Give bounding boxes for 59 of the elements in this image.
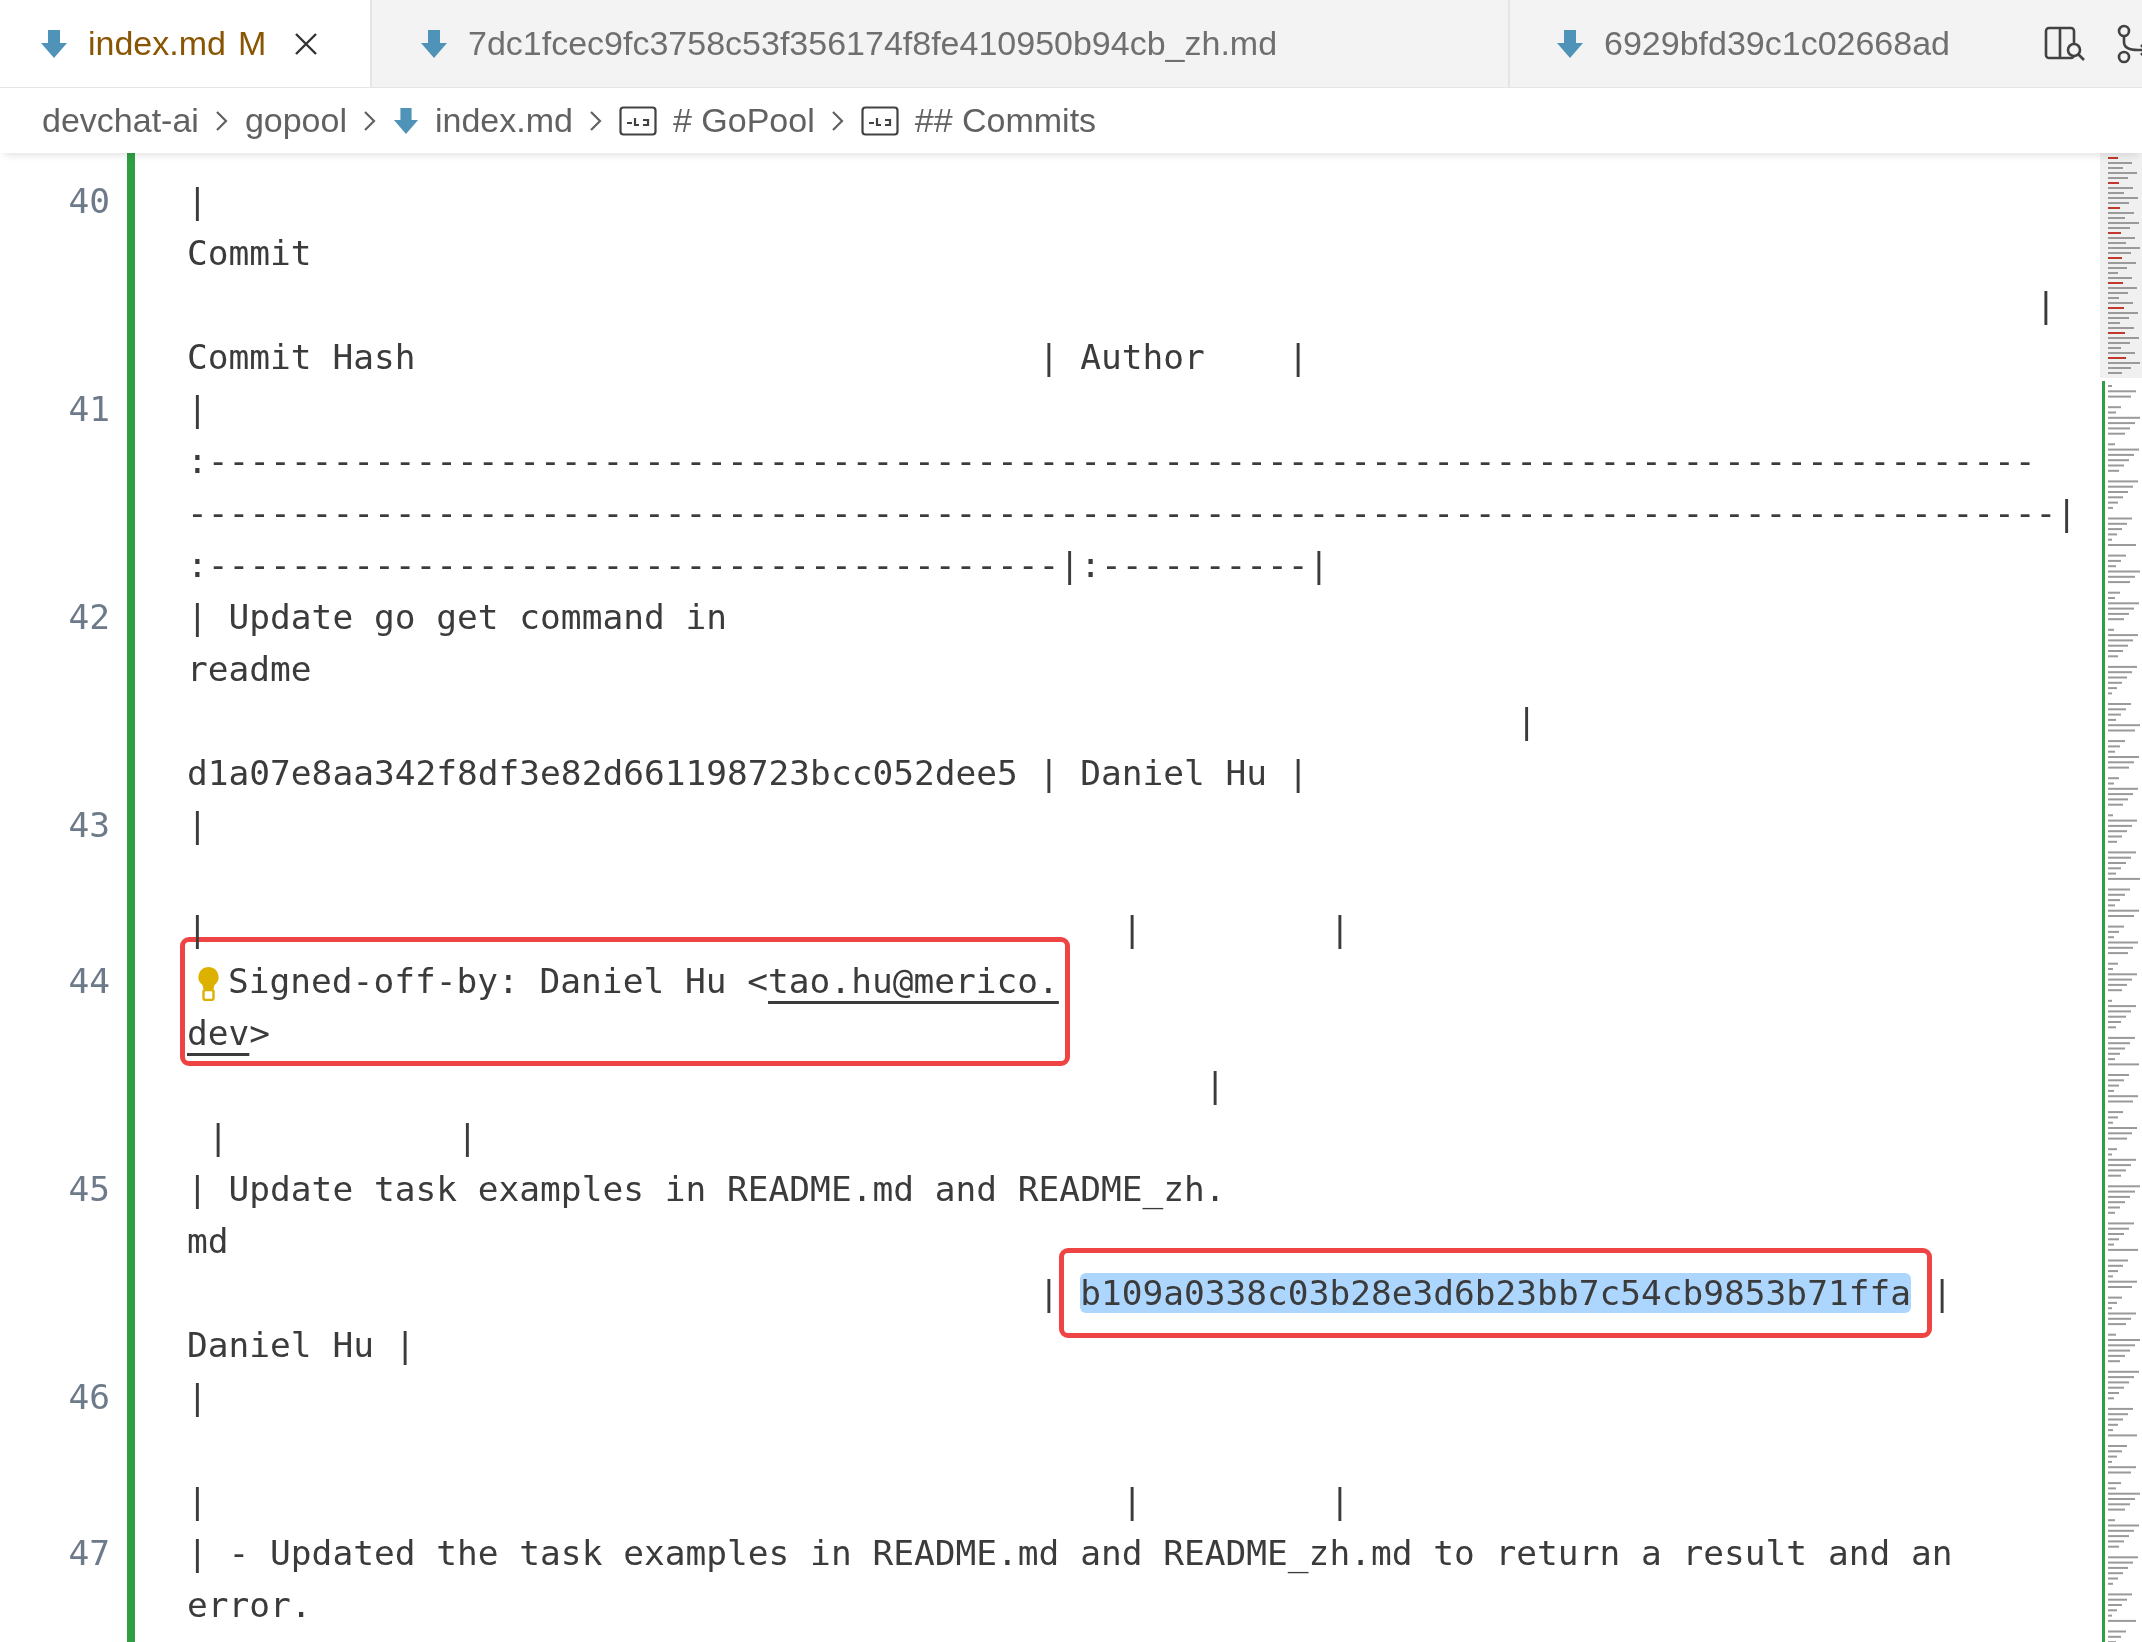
- code-text: ------------------------------------------------------------------------------------------|: [187, 493, 2078, 533]
- arrow-down-icon: [393, 106, 419, 135]
- split-pane-search-icon[interactable]: [2044, 25, 2086, 62]
- line-number: 44: [68, 961, 110, 1001]
- code-text: |: [1930, 1273, 1953, 1313]
- code-text: | | |: [187, 1481, 1351, 1521]
- code-text: :----------------------------------------------------------------------------------------: [187, 441, 2036, 481]
- code-text: |: [2034, 285, 2057, 325]
- line-number: 40: [68, 181, 110, 221]
- line-number: 46: [68, 1377, 110, 1417]
- breadcrumb-item[interactable]: gopool: [244, 101, 347, 140]
- code-text: Daniel Hu |: [187, 1325, 416, 1365]
- arrow-down-icon: [1556, 28, 1584, 59]
- arrow-down-icon: [420, 28, 448, 59]
- code-text: | Update task examples in README.md and README_zh.: [187, 1169, 1226, 1209]
- code-text: >: [249, 1013, 271, 1053]
- email-link[interactable]: dev: [187, 1013, 250, 1053]
- symbol-icon: [618, 105, 657, 136]
- code-text: Signed-off-by: Daniel Hu <: [228, 961, 769, 1001]
- editor-tab[interactable]: index.md M: [0, 0, 372, 87]
- line-number: 41: [68, 389, 110, 429]
- code-text: d1a07e8aa342f8df3e82d661198723bcc052dee5 | Daniel Hu |: [187, 753, 1309, 793]
- code-text: | Update go get command in: [187, 597, 728, 637]
- line-number: 47: [68, 1533, 110, 1573]
- arrow-down-icon: [40, 28, 68, 59]
- code-text: | - Updated the task examples in README.md and README_zh.md to return a result and an: [187, 1533, 1953, 1573]
- code-text: | |: [206, 1117, 478, 1157]
- code-text: error.: [187, 1585, 312, 1625]
- breadcrumb-item[interactable]: # GoPool: [672, 101, 815, 140]
- line-number: 42: [68, 597, 110, 637]
- chevron-icon: [830, 109, 845, 132]
- code-text: Commit Hash | Author |: [187, 337, 1309, 377]
- code-text: md: [187, 1221, 229, 1261]
- compare-icon[interactable]: [2116, 23, 2142, 64]
- code-text: |: [187, 181, 208, 221]
- code-text: |: [187, 1377, 208, 1417]
- code-text: readme: [187, 649, 312, 689]
- chevron-icon: [214, 109, 229, 132]
- code-text: |: [1203, 1065, 1226, 1105]
- editor-tab[interactable]: 6929bfd39c1c02668ad: [1510, 0, 2030, 87]
- breadcrumb-item[interactable]: ## Commits: [914, 101, 1097, 140]
- email-link[interactable]: tao.hu@merico.: [768, 961, 1059, 1001]
- code-text: |: [1037, 1273, 1061, 1313]
- code-text: |: [187, 389, 208, 429]
- breadcrumb-item[interactable]: devchat-ai: [42, 101, 199, 140]
- chevron-icon: [588, 109, 603, 132]
- highlighted-text: b109a0338c03b28e3d6b23bb7c54cb9853b71ffa: [1080, 1273, 1911, 1313]
- close-icon[interactable]: [294, 31, 319, 56]
- breadcrumb-item[interactable]: index.md: [435, 101, 573, 140]
- code-text: | | |: [187, 909, 1351, 949]
- code-text: |: [187, 805, 208, 845]
- code-text: Commit: [187, 233, 312, 273]
- line-number: 43: [68, 805, 110, 845]
- code-text: :-----------------------------------------|:----------|: [187, 545, 1330, 585]
- code-text: |: [1515, 701, 1538, 741]
- symbol-icon: [860, 105, 899, 136]
- line-number: 45: [68, 1169, 110, 1209]
- editor-tab[interactable]: 7dc1fcec9fc3758c53f356174f8fe410950b94cb_zh.md: [372, 0, 1510, 87]
- chevron-icon: [363, 109, 377, 132]
